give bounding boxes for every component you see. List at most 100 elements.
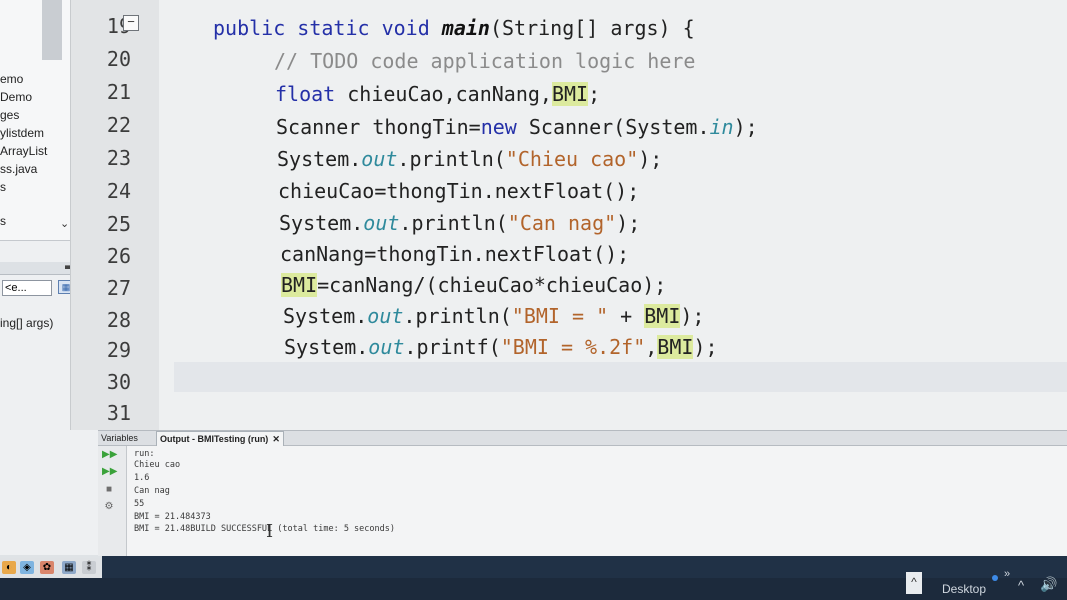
line-number: 28 [106,308,131,332]
code-text: ); [680,304,705,328]
output-line: BMI = 21.484373 [134,512,211,522]
tree-item[interactable]: s [0,214,6,228]
code-line-24: chieuCao=thongTin.nextFloat(); [278,179,639,203]
notification-dot [992,575,998,581]
code-text: canNang=thongTin.nextFloat(); [280,242,630,266]
code-text: ); [693,335,718,359]
debug-icon[interactable]: ▦ [62,561,76,574]
code-line-23: System.out.println("Chieu cao"); [277,147,662,171]
code-text: ); [638,147,663,171]
code-string: "Chieu cao" [505,147,639,171]
palette-icon[interactable]: ◐ [2,561,16,574]
code-text: + [608,304,645,328]
rerun-with-options-icon[interactable]: ▶▶ [102,466,117,478]
output-line: BMI = 21.48BUILD SUCCESSFUL (total time:… [134,524,395,534]
rerun-icon[interactable]: ▶▶ [102,449,117,461]
code-text: ); [616,211,641,235]
output-line: Chieu cao [134,460,181,470]
tree-item[interactable]: ss.java [0,162,37,176]
tree-item[interactable]: ges [0,108,19,122]
code-line-22: Scanner thongTin=new Scanner(System.in); [276,115,758,139]
double-chevron-icon[interactable]: » [1004,568,1010,580]
code-line-28: System.out.println("BMI = " + BMI); [283,304,704,328]
code-static-field: out [363,211,400,235]
tree-item[interactable]: Demo [0,90,32,104]
output-line: Can nag [134,486,170,496]
output-line: 55 [134,499,145,509]
code-text: ); [733,115,758,139]
code-keyword: new [480,115,517,139]
line-number: 23 [106,146,131,170]
volume-icon[interactable]: 🔊 [1040,576,1057,593]
tree-item[interactable]: ylistdem [0,126,44,140]
code-string: "BMI = " [511,304,609,328]
line-number: 31 [106,401,131,425]
line-number: 26 [106,244,131,268]
code-text: =canNang/(chieuCao*chieuCao); [317,273,667,297]
code-text: .println( [403,304,512,328]
code-method-name: main [441,16,490,40]
chevron-down-icon[interactable]: ⌄ [60,217,69,230]
code-text: .println( [399,211,508,235]
tab-variables[interactable]: Variables [98,431,141,445]
code-static-field: out [367,304,404,328]
code-text: chieuCao,canNang, [347,82,552,106]
code-line-27: BMI=canNang/(chieuCao*chieuCao); [281,273,666,297]
tab-output[interactable]: Output - BMITesting (run) ✕ [156,431,284,446]
line-number: 24 [106,179,131,203]
code-text: chieuCao=thongTin.nextFloat(); [278,179,640,203]
code-text: .println( [397,147,506,171]
code-line-20: // TODO code application logic here [274,49,695,73]
output-window: Variables Output - BMITesting (run) ✕ ▶▶ … [98,430,1067,556]
line-number: 30 [106,370,131,394]
line-number: 22 [106,113,131,137]
tree-scrollbar[interactable] [42,0,62,60]
code-editor[interactable]: public static void main(String[] args) {… [159,0,1067,430]
code-text: Scanner thongTin= [276,115,481,139]
code-text: .printf( [404,335,501,359]
code-line-21: float chieuCao,canNang,BMI; [275,82,600,106]
code-keyword: public static void [213,16,442,40]
code-fold-toggle[interactable]: − [123,15,139,31]
code-string: "BMI = %.2f" [500,335,646,359]
navigator-member-select[interactable]: <e... [2,280,52,296]
close-icon[interactable]: ✕ [272,434,280,444]
occurrence-highlight: BMI [281,273,318,297]
navigator-member-item[interactable]: ing[] args) [0,316,53,330]
code-text: (String[] args) { [489,16,695,40]
tree-item[interactable]: s [0,180,6,194]
settings-icon[interactable]: ⚙ [102,501,116,513]
stop-icon[interactable]: ■ [102,484,116,496]
occurrence-highlight: BMI [644,304,681,328]
code-text: Scanner(System. [516,115,710,139]
code-text: ; [588,82,601,106]
caret-up-icon[interactable]: ^ [1018,578,1024,593]
occurrence-highlight: BMI [657,335,694,359]
line-number: 20 [106,47,131,71]
code-static-field: out [361,147,398,171]
code-text: System. [284,335,369,359]
services-icon[interactable]: ✿ [40,561,54,574]
code-comment: // TODO code application logic here [274,49,696,73]
occurrence-highlight: BMI [551,82,589,106]
tree-item[interactable]: emo [0,72,23,86]
desktop-toolbar-label[interactable]: Desktop [942,582,986,596]
code-line-29: System.out.printf("BMI = %.2f",BMI); [284,335,718,359]
text-cursor-icon: I [266,521,274,542]
tab-output-label: Output - BMITesting (run) [160,434,269,444]
current-line-highlight [174,362,1067,392]
tree-item[interactable]: ArrayList [0,144,47,158]
output-tab-bar: Variables Output - BMITesting (run) ✕ [98,431,1067,446]
line-number-gutter: 19 20 21 22 23 24 25 26 27 28 29 30 31 − [70,0,160,430]
show-hidden-icons-icon[interactable]: ^ [906,572,922,594]
code-keyword: float [275,82,348,106]
code-line-25: System.out.println("Can nag"); [279,211,640,235]
chevron-right-icon[interactable]: › [40,237,44,240]
tasks-icon[interactable]: ◈ [20,561,34,574]
status-toolbar: ◐ ◈ ✿ ▦ ⁑ [0,558,102,578]
code-text: , [645,335,658,359]
code-text: System. [279,211,364,235]
output-toolbar: ▶▶ ▶▶ ■ ⚙ [98,446,127,556]
code-line-19: public static void main(String[] args) { [213,16,695,40]
breakpoints-icon[interactable]: ⁑ [82,561,96,574]
